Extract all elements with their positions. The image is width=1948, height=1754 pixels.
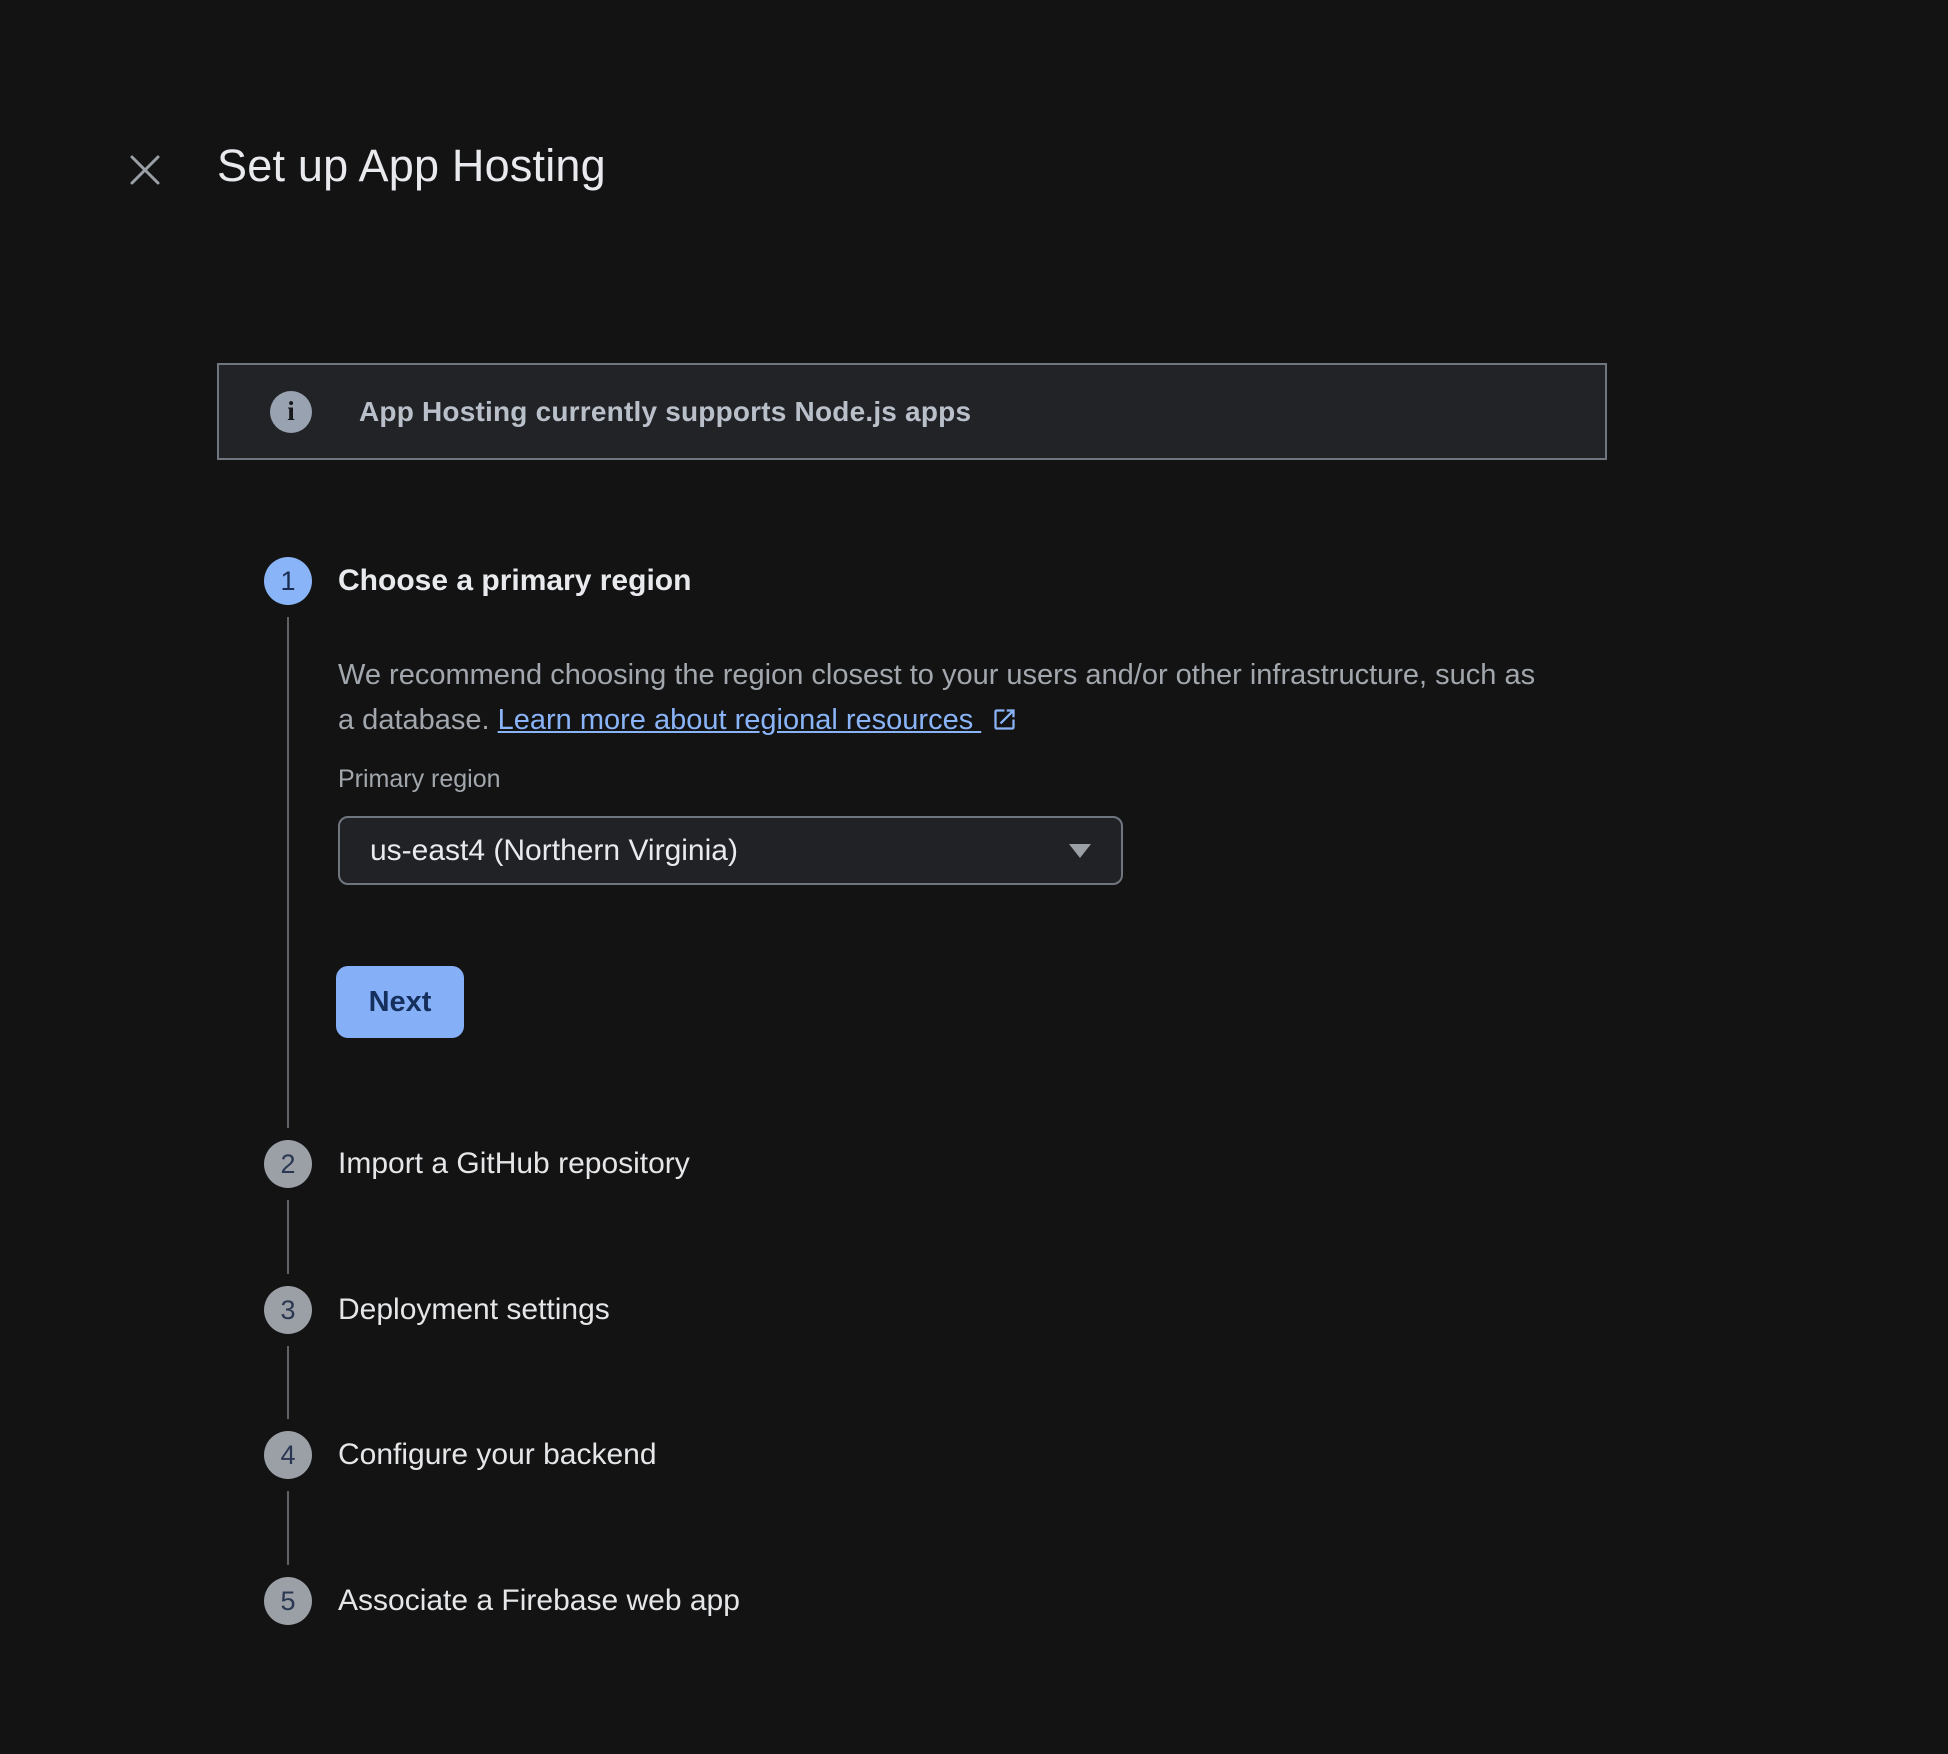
step-1-label: Choose a primary region bbox=[338, 557, 691, 605]
step-3-number-badge: 3 bbox=[264, 1286, 312, 1334]
region-description: We recommend choosing the region closest… bbox=[338, 653, 1538, 747]
chevron-down-icon bbox=[1069, 844, 1091, 858]
step-4-number-badge: 4 bbox=[264, 1431, 312, 1479]
step-5-label: Associate a Firebase web app bbox=[338, 1577, 740, 1625]
info-banner: i App Hosting currently supports Node.js… bbox=[217, 363, 1607, 460]
step-connector bbox=[287, 1491, 289, 1565]
primary-region-select[interactable]: us-east4 (Northern Virginia) bbox=[338, 816, 1123, 885]
step-2-label: Import a GitHub repository bbox=[338, 1140, 690, 1188]
info-icon: i bbox=[270, 391, 312, 433]
step-connector bbox=[287, 1346, 289, 1419]
next-button[interactable]: Next bbox=[336, 966, 464, 1038]
close-icon bbox=[128, 153, 162, 190]
setup-app-hosting-dialog: Set up App Hosting i App Hosting current… bbox=[0, 0, 1948, 1754]
primary-region-selected-value: us-east4 (Northern Virginia) bbox=[370, 834, 1069, 868]
step-connector bbox=[287, 1200, 289, 1274]
info-banner-text: App Hosting currently supports Node.js a… bbox=[359, 396, 971, 428]
learn-more-link[interactable]: Learn more about regional resources bbox=[498, 704, 982, 736]
step-1-number-badge: 1 bbox=[264, 557, 312, 605]
step-5-number-badge: 5 bbox=[264, 1577, 312, 1625]
page-title: Set up App Hosting bbox=[217, 140, 606, 192]
step-3-label: Deployment settings bbox=[338, 1286, 610, 1334]
close-button[interactable] bbox=[121, 147, 169, 195]
step-2-number-badge: 2 bbox=[264, 1140, 312, 1188]
open-in-new-icon bbox=[991, 702, 1018, 747]
step-connector bbox=[287, 617, 289, 1128]
primary-region-field-label: Primary region bbox=[338, 765, 501, 794]
step-4-label: Configure your backend bbox=[338, 1431, 657, 1479]
